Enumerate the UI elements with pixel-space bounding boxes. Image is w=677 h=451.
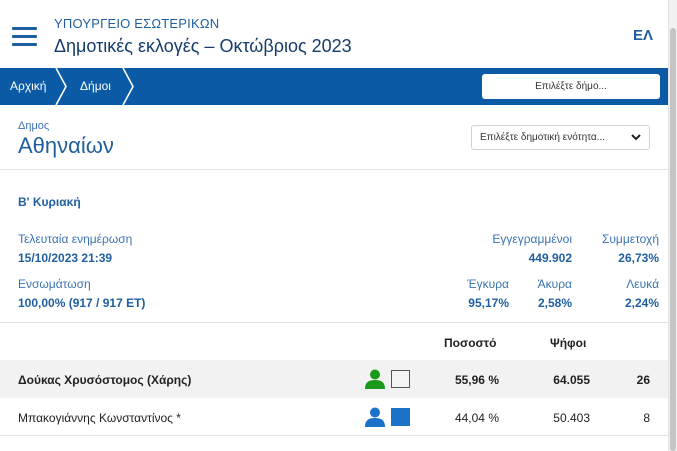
person-icon <box>365 369 385 389</box>
integration-value: 100,00% (917 / 917 ΕΤ) <box>18 296 146 310</box>
integration-label: Ενσωμάτωση <box>18 277 91 291</box>
candidate-percent: 55,96 % <box>454 373 499 387</box>
turnout-label: Συμμετοχή <box>601 232 659 246</box>
column-header-percent: Ποσοστό <box>444 336 497 350</box>
municipality-select[interactable]: Επιλέξτε δήμο... <box>482 74 660 99</box>
scrollbar[interactable] <box>668 0 677 451</box>
breadcrumb-municipalities[interactable]: Δήμοι <box>80 68 111 105</box>
scrollbar-thumb[interactable] <box>670 28 676 451</box>
invalid-label: Άκυρα <box>537 277 572 291</box>
language-switch[interactable]: ΕΛ <box>633 27 653 44</box>
divider <box>0 322 668 323</box>
breadcrumb-home[interactable]: Αρχική <box>10 68 46 105</box>
last-update-label: Τελευταία ενημέρωση <box>18 232 133 246</box>
candidate-seats: 26 <box>636 373 650 387</box>
municipality-name: Αθηναίων <box>18 133 114 158</box>
last-update-value: 15/10/2023 21:39 <box>18 251 113 265</box>
blank-label: Λευκά <box>626 277 659 291</box>
breadcrumb-chevron-icon <box>122 68 134 105</box>
candidate-seats: 8 <box>643 411 650 425</box>
candidate-votes: 64.055 <box>553 373 590 387</box>
candidate-color-box <box>391 408 410 426</box>
candidate-name: Δούκας Χρυσόστομος (Χάρης) <box>18 373 192 387</box>
candidate-row[interactable]: Μπακογιάννης Κωνσταντίνος * 44,04 % 50.4… <box>0 398 668 436</box>
candidate-votes: 50.403 <box>553 411 590 425</box>
invalid-value: 2,58% <box>537 296 572 310</box>
municipality-label: Δημος <box>18 120 50 132</box>
valid-value: 95,17% <box>468 296 509 310</box>
blank-value: 2,24% <box>624 296 659 310</box>
breadcrumb-chevron-icon <box>55 68 67 105</box>
menu-icon[interactable] <box>12 27 37 46</box>
app-header: ΥΠΟΥΡΓΕΙΟ ΕΣΩΤΕΡΙΚΩΝ Δημοτικές εκλογές –… <box>0 0 668 68</box>
municipality-header: Δημος Αθηναίων Επιλέξτε δημοτική ενότητα… <box>0 105 668 170</box>
candidate-percent: 44,04 % <box>454 411 499 425</box>
column-header-votes: Ψήφοι <box>550 336 587 350</box>
municipal-unit-select-label: Επιλέξτε δημοτική ενότητα... <box>480 132 606 143</box>
chevron-down-icon <box>631 134 641 141</box>
round-title: Β' Κυριακή <box>18 195 81 209</box>
person-icon <box>365 407 385 427</box>
candidate-row[interactable]: Δούκας Χρυσόστομος (Χάρης) 55,96 % 64.05… <box>0 360 668 398</box>
valid-label: Έγκυρα <box>467 277 509 291</box>
registered-label: Εγγεγραμμένοι <box>492 232 572 246</box>
municipal-unit-select[interactable]: Επιλέξτε δημοτική ενότητα... <box>471 125 650 150</box>
candidate-color-box <box>391 370 410 388</box>
election-title: Δημοτικές εκλογές – Οκτώβριος 2023 <box>54 36 352 56</box>
ministry-name: ΥΠΟΥΡΓΕΙΟ ΕΣΩΤΕΡΙΚΩΝ <box>54 16 220 31</box>
registered-value: 449.902 <box>528 251 572 265</box>
turnout-value: 26,73% <box>618 251 659 265</box>
candidate-name: Μπακογιάννης Κωνσταντίνος * <box>18 411 181 425</box>
